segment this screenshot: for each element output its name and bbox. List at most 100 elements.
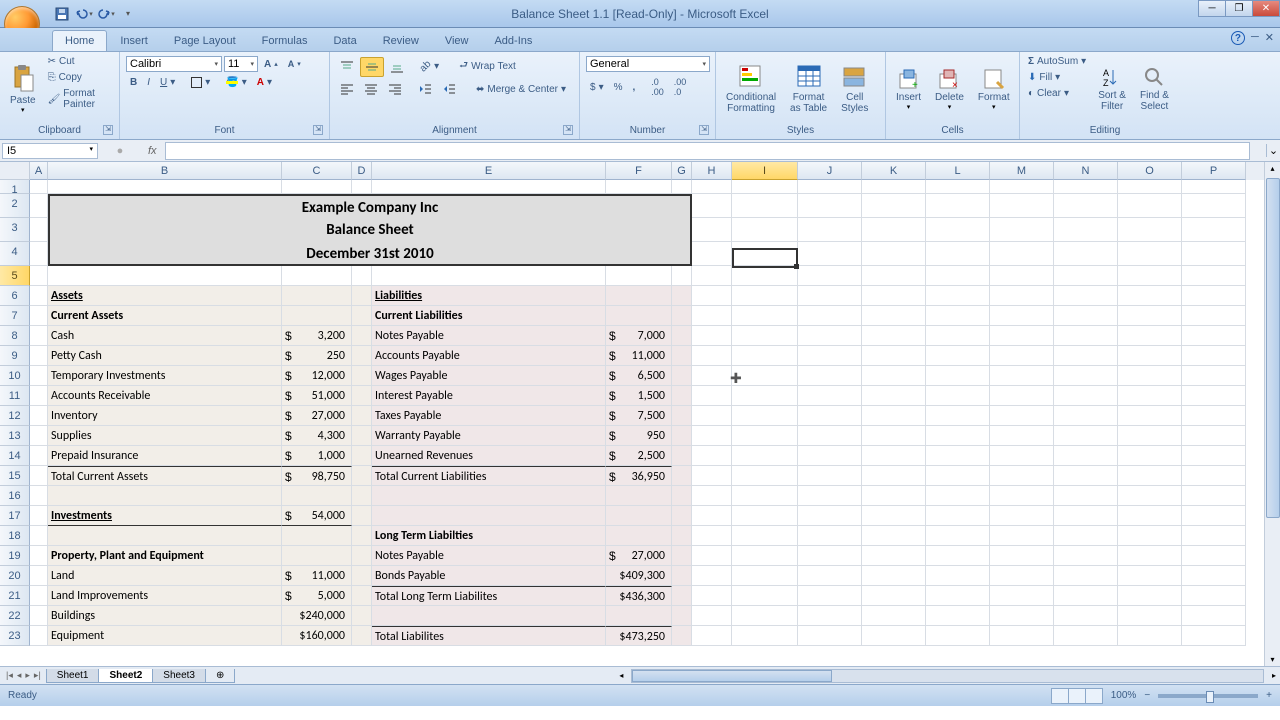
row-header-1[interactable]: 1 xyxy=(0,180,30,194)
tab-home[interactable]: Home xyxy=(52,30,107,51)
delete-cells-button[interactable]: ×Delete▾ xyxy=(929,54,970,124)
fx-icon[interactable]: fx xyxy=(140,145,165,157)
select-all-corner[interactable] xyxy=(0,162,30,180)
column-header-F[interactable]: F xyxy=(606,162,672,180)
shrink-font-button[interactable]: A▾ xyxy=(284,56,305,72)
cell-styles-button[interactable]: Cell Styles xyxy=(835,54,874,124)
expand-formula-bar[interactable]: ⌄ xyxy=(1266,144,1280,157)
fill-color-button[interactable]: 🪣▾ xyxy=(222,75,250,90)
accounting-format-button[interactable]: $▾ xyxy=(586,75,608,99)
page-layout-view-button[interactable] xyxy=(1068,688,1086,704)
increase-indent-button[interactable] xyxy=(438,80,460,98)
column-header-J[interactable]: J xyxy=(798,162,862,180)
decrease-indent-button[interactable] xyxy=(414,80,436,98)
format-as-table-button[interactable]: Format as Table xyxy=(784,54,833,124)
border-button[interactable]: ▾ xyxy=(187,75,214,90)
column-header-I[interactable]: I xyxy=(732,162,798,180)
sort-filter-button[interactable]: AZSort & Filter xyxy=(1092,54,1132,124)
row-header-5[interactable]: 5 xyxy=(0,266,30,286)
clear-button[interactable]: ◐Clear▾ xyxy=(1024,86,1090,101)
decrease-decimal-button[interactable]: .00.0 xyxy=(670,75,691,99)
qat-redo-icon[interactable]: ▾ xyxy=(96,4,116,24)
column-header-A[interactable]: A xyxy=(30,162,48,180)
sheet-nav-prev[interactable]: ◂ xyxy=(15,670,24,681)
paste-button[interactable]: Paste ▾ xyxy=(4,54,42,124)
font-name-combo[interactable]: Calibri▾ xyxy=(126,56,222,72)
row-header-18[interactable]: 18 xyxy=(0,526,30,546)
find-select-button[interactable]: Find & Select xyxy=(1134,54,1175,124)
align-middle-button[interactable] xyxy=(360,57,384,77)
zoom-in-button[interactable]: + xyxy=(1266,690,1272,701)
row-header-9[interactable]: 9 xyxy=(0,346,30,366)
name-box[interactable]: I5▾ xyxy=(2,143,98,159)
row-header-20[interactable]: 20 xyxy=(0,566,30,586)
insert-cells-button[interactable]: +Insert▾ xyxy=(890,54,927,124)
qat-undo-icon[interactable]: ▾ xyxy=(74,4,94,24)
font-color-button[interactable]: A▾ xyxy=(253,75,276,90)
zoom-slider[interactable] xyxy=(1158,694,1258,698)
row-header-23[interactable]: 23 xyxy=(0,626,30,646)
close-workbook-icon[interactable]: ✕ xyxy=(1265,31,1274,45)
copy-button[interactable]: ⎘Copy xyxy=(44,70,115,85)
wrap-text-button[interactable]: ⮐Wrap Text xyxy=(455,56,520,77)
row-header-8[interactable]: 8 xyxy=(0,326,30,346)
column-header-K[interactable]: K xyxy=(862,162,926,180)
worksheet-grid[interactable]: 1234567891011121314151617181920212223 AB… xyxy=(0,162,1280,666)
column-header-H[interactable]: H xyxy=(692,162,732,180)
column-header-C[interactable]: C xyxy=(282,162,352,180)
column-header-L[interactable]: L xyxy=(926,162,990,180)
format-painter-button[interactable]: 🖌Format Painter xyxy=(44,86,115,112)
minimize-ribbon-icon[interactable]: ─ xyxy=(1251,31,1259,45)
bold-button[interactable]: B xyxy=(126,75,141,90)
row-header-3[interactable]: 3 xyxy=(0,218,30,242)
clipboard-launcher[interactable]: ⇲ xyxy=(103,125,113,135)
row-header-21[interactable]: 21 xyxy=(0,586,30,606)
sheet-tab-2[interactable]: Sheet2 xyxy=(98,669,153,683)
sheet-nav-first[interactable]: |◂ xyxy=(4,670,15,681)
italic-button[interactable]: I xyxy=(143,75,154,90)
row-header-4[interactable]: 4 xyxy=(0,242,30,266)
column-header-D[interactable]: D xyxy=(352,162,372,180)
close-button[interactable]: ✕ xyxy=(1252,0,1280,17)
row-header-15[interactable]: 15 xyxy=(0,466,30,486)
fill-button[interactable]: ⬇Fill▾ xyxy=(1024,70,1090,85)
tab-view[interactable]: View xyxy=(432,30,482,51)
column-header-G[interactable]: G xyxy=(672,162,692,180)
alignment-launcher[interactable]: ⇲ xyxy=(563,125,573,135)
underline-button[interactable]: U▾ xyxy=(156,75,179,90)
comma-format-button[interactable]: , xyxy=(629,75,640,99)
orientation-button[interactable]: ab▾ xyxy=(416,59,443,74)
maximize-button[interactable]: ❐ xyxy=(1225,0,1253,17)
number-format-combo[interactable]: General▾ xyxy=(586,56,710,72)
minimize-button[interactable]: ─ xyxy=(1198,0,1226,17)
tab-insert[interactable]: Insert xyxy=(107,30,161,51)
format-cells-button[interactable]: Format▾ xyxy=(972,54,1016,124)
row-header-22[interactable]: 22 xyxy=(0,606,30,626)
row-header-16[interactable]: 16 xyxy=(0,486,30,506)
row-header-11[interactable]: 11 xyxy=(0,386,30,406)
row-header-14[interactable]: 14 xyxy=(0,446,30,466)
column-header-O[interactable]: O xyxy=(1118,162,1182,180)
normal-view-button[interactable] xyxy=(1051,688,1069,704)
tab-review[interactable]: Review xyxy=(370,30,432,51)
align-right-button[interactable] xyxy=(384,80,406,98)
qat-customize-icon[interactable]: ▾ xyxy=(118,4,138,24)
row-header-2[interactable]: 2 xyxy=(0,194,30,218)
grow-font-button[interactable]: A▴ xyxy=(260,56,282,72)
row-header-12[interactable]: 12 xyxy=(0,406,30,426)
hscroll-right[interactable]: ▸ xyxy=(1268,671,1280,680)
align-bottom-button[interactable] xyxy=(386,58,408,76)
zoom-out-button[interactable]: − xyxy=(1144,690,1150,701)
increase-decimal-button[interactable]: .0.00 xyxy=(647,75,668,99)
sheet-nav-last[interactable]: ▸| xyxy=(32,670,43,681)
new-sheet-button[interactable]: ⊕ xyxy=(205,669,235,683)
vertical-scrollbar[interactable]: ▴ ▾ xyxy=(1264,162,1280,666)
row-header-7[interactable]: 7 xyxy=(0,306,30,326)
number-launcher[interactable]: ⇲ xyxy=(699,125,709,135)
autosum-button[interactable]: ΣAutoSum▾ xyxy=(1024,54,1090,69)
merge-center-button[interactable]: ⬌Merge & Center▾ xyxy=(472,82,570,97)
column-header-M[interactable]: M xyxy=(990,162,1054,180)
tab-page-layout[interactable]: Page Layout xyxy=(161,30,249,51)
sheet-tab-1[interactable]: Sheet1 xyxy=(46,669,100,683)
sheet-nav-next[interactable]: ▸ xyxy=(23,670,32,681)
